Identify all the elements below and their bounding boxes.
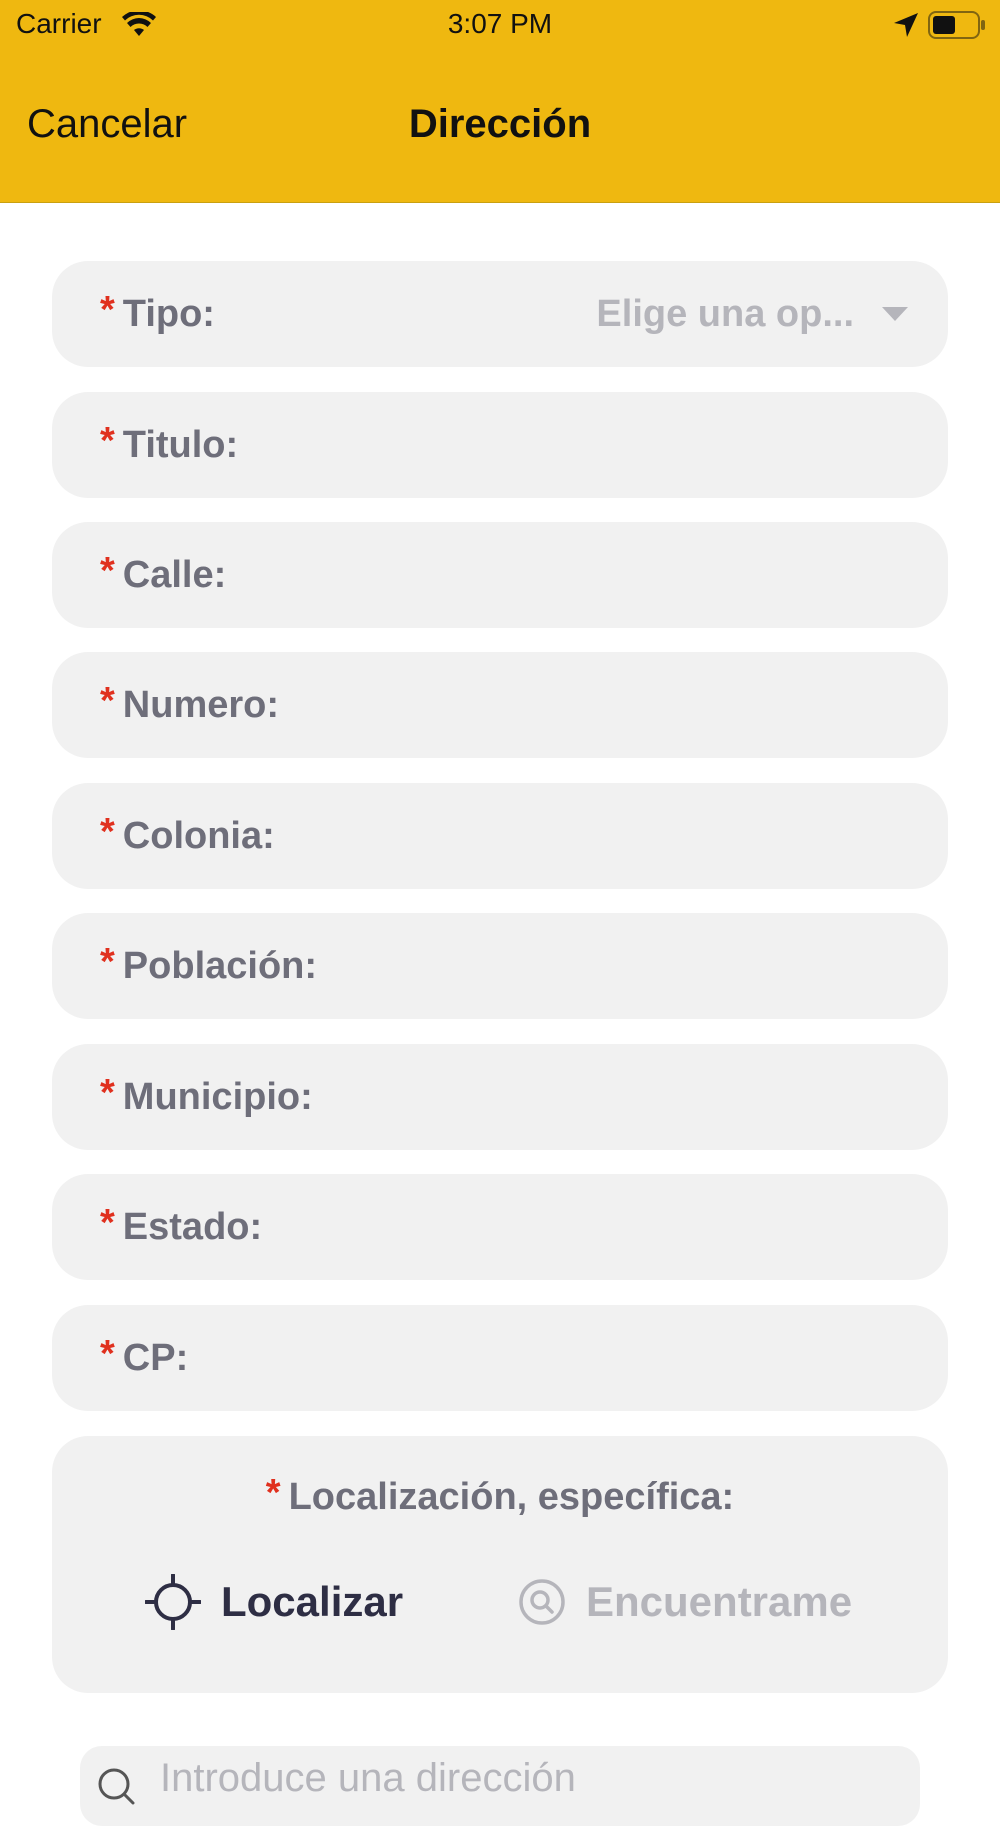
required-asterisk: * [100, 1072, 115, 1114]
colonia-field: * Colonia: [52, 783, 948, 889]
clock: 3:07 PM [447, 8, 553, 39]
location-label: Localización, específica: [288, 1476, 735, 1518]
required-asterisk: * [265, 1472, 281, 1514]
localizar-label: Localizar [221, 1578, 404, 1625]
estado-field: * Estado: [52, 1174, 948, 1280]
search-circle-icon [519, 1579, 565, 1625]
cp-input[interactable] [188, 1305, 948, 1411]
municipio-input[interactable] [312, 1044, 948, 1150]
municipio-field: * Municipio: [52, 1044, 948, 1150]
required-asterisk: * [100, 550, 115, 592]
battery-icon [928, 11, 985, 39]
encuentrame-button[interactable]: Encuentrame [518, 1564, 852, 1640]
estado-label: Estado: [122, 1205, 263, 1248]
crosshair-icon [145, 1574, 201, 1630]
location-title: * Localización, específica: [52, 1474, 948, 1519]
titulo-input[interactable] [238, 392, 948, 498]
tipo-label: Tipo: [122, 292, 215, 335]
titulo-label: Titulo: [122, 423, 239, 466]
tipo-select[interactable]: * Tipo: Elige una op... [52, 261, 948, 367]
poblacion-label: Población: [122, 944, 318, 987]
estado-input[interactable] [262, 1174, 948, 1280]
calle-field: * Calle: [52, 522, 948, 628]
location-section: * Localización, específica: Localizar Enc… [52, 1436, 948, 1693]
encuentrame-label: Encuentrame [586, 1578, 853, 1625]
poblacion-input[interactable] [317, 913, 948, 1019]
colonia-input[interactable] [274, 783, 948, 889]
colonia-label: Colonia: [122, 814, 275, 857]
required-asterisk: * [100, 941, 115, 983]
status-bar: Carrier 3:07 PM [0, 0, 1000, 50]
municipio-label: Municipio: [122, 1075, 313, 1118]
cancel-button[interactable]: Cancelar [27, 102, 187, 147]
required-asterisk: * [100, 289, 115, 331]
chevron-down-icon [882, 307, 908, 321]
numero-field: * Numero: [52, 652, 948, 758]
tipo-select-value[interactable]: Elige una op... [596, 261, 908, 367]
cp-field: * CP: [52, 1305, 948, 1411]
calle-input[interactable] [226, 522, 948, 628]
search-placeholder: Introduce una dirección [160, 1756, 576, 1800]
tipo-placeholder: Elige una op... [596, 292, 854, 335]
required-asterisk: * [100, 811, 115, 853]
search-icon [98, 1768, 135, 1805]
cp-label: CP: [122, 1336, 189, 1379]
required-asterisk: * [100, 1333, 115, 1375]
required-asterisk: * [100, 1202, 115, 1244]
numero-label: Numero: [122, 683, 280, 726]
titulo-field: * Titulo: [52, 392, 948, 498]
address-search-bar[interactable]: Introduce una dirección [80, 1746, 920, 1826]
required-asterisk: * [100, 420, 115, 462]
navigation-bar: Cancelar Dirección [0, 50, 1000, 203]
calle-label: Calle: [122, 553, 227, 596]
location-arrow-icon [894, 13, 918, 37]
localizar-button[interactable]: Localizar [145, 1564, 403, 1640]
required-asterisk: * [100, 680, 115, 722]
poblacion-field: * Población: [52, 913, 948, 1019]
numero-input[interactable] [279, 652, 948, 758]
